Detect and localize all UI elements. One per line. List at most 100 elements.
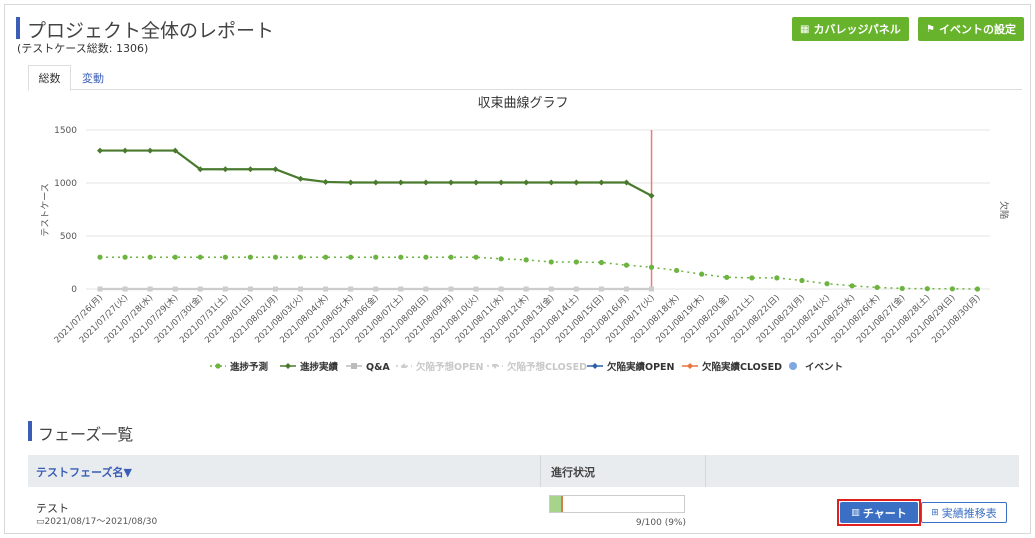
legend-marker — [285, 363, 291, 369]
data-point — [422, 179, 429, 186]
data-point — [648, 264, 655, 270]
data-point — [498, 256, 504, 262]
data-point — [949, 286, 955, 292]
phase-progress-bar — [549, 495, 685, 513]
phase-title-accent — [28, 421, 32, 441]
progress-marker — [561, 496, 564, 512]
data-point — [498, 179, 505, 186]
header-divider — [705, 455, 706, 487]
legend-marker — [351, 363, 357, 369]
data-point — [974, 286, 981, 292]
table-icon: ⊞ — [931, 507, 939, 518]
legend-label: 進捗実績 — [300, 361, 339, 373]
data-point — [799, 277, 805, 284]
data-point — [322, 178, 329, 185]
data-point — [222, 166, 229, 173]
data-point — [573, 179, 580, 186]
data-point — [247, 166, 254, 173]
legend-marker — [687, 363, 693, 369]
convergence-chart: 収束曲線グラフ050010001500テストケース 欠陥2021/07/26(月)… — [40, 95, 1010, 373]
data-point — [473, 254, 479, 260]
data-point — [372, 179, 379, 186]
legend-label: 欠陥予想OPEN — [416, 361, 484, 373]
data-point — [122, 147, 129, 154]
data-point — [749, 275, 755, 281]
data-point — [448, 254, 454, 260]
data-point — [874, 284, 880, 291]
data-point — [598, 286, 604, 292]
data-point — [272, 286, 278, 292]
data-point — [222, 254, 228, 260]
phase-list-title: フェーズ一覧 — [38, 425, 134, 444]
data-point — [649, 286, 655, 292]
chart-title: 収束曲線グラフ — [477, 95, 568, 111]
data-point — [348, 254, 354, 260]
data-point — [498, 286, 504, 292]
series-line — [100, 149, 653, 197]
phase-date-range: ▭2021/08/17～2021/08/30 — [36, 514, 157, 527]
data-point — [97, 286, 103, 292]
progress-text: 9/100 (9%) — [635, 518, 686, 528]
legend-label: 欠陥予想CLOSED — [507, 361, 587, 373]
y-tick-label: 500 — [60, 232, 77, 242]
data-point — [899, 285, 905, 292]
data-point — [97, 147, 103, 154]
data-point — [147, 254, 153, 260]
data-point — [523, 286, 529, 292]
data-point — [297, 254, 304, 260]
y-tick-label: 1500 — [54, 126, 77, 136]
data-point — [323, 286, 329, 292]
data-point — [197, 254, 203, 260]
y-axis-label: テストケース — [40, 183, 51, 237]
legend-marker — [789, 362, 797, 370]
data-point — [523, 257, 529, 263]
data-point — [573, 259, 579, 265]
legend-label: 欠陥実績OPEN — [607, 361, 675, 373]
chart-button[interactable]: ▥ チャート — [840, 502, 918, 523]
data-point — [924, 286, 930, 292]
data-point — [172, 254, 178, 260]
legend-label: Q&A — [366, 362, 390, 373]
data-point — [272, 166, 279, 173]
y-tick-label: 0 — [71, 285, 77, 295]
results-transition-button[interactable]: ⊞ 実績推移表 — [921, 502, 1007, 523]
data-point — [147, 147, 154, 154]
data-point — [397, 179, 404, 186]
data-point — [573, 286, 579, 292]
y-tick-label: 1000 — [54, 179, 77, 189]
data-point — [373, 286, 379, 292]
series-line — [100, 256, 978, 290]
data-point — [347, 179, 354, 186]
data-point — [172, 286, 178, 292]
bar-chart-icon: ▥ — [851, 507, 860, 518]
data-point — [724, 274, 730, 280]
data-point — [247, 254, 254, 260]
data-point — [298, 286, 304, 292]
data-point — [548, 179, 555, 186]
data-point — [548, 259, 554, 265]
data-point — [398, 254, 404, 260]
results-transition-label: 実績推移表 — [941, 506, 997, 520]
data-point — [272, 254, 279, 260]
data-point — [147, 286, 153, 292]
data-point — [473, 286, 479, 292]
legend-label: イベント — [805, 362, 843, 373]
data-point — [373, 254, 379, 260]
data-point — [598, 179, 605, 186]
data-point — [623, 262, 630, 268]
calendar-icon: ▭ — [36, 517, 45, 527]
data-point — [548, 286, 554, 292]
data-point — [674, 267, 680, 274]
phase-table-header — [28, 455, 1019, 487]
data-point — [348, 286, 354, 292]
chart-button-label: チャート — [862, 506, 907, 520]
column-header-phase-name[interactable]: テストフェーズ名▼ — [36, 464, 132, 480]
data-point — [398, 286, 404, 292]
data-point — [448, 286, 454, 292]
legend-marker — [215, 363, 221, 369]
data-point — [774, 275, 780, 281]
data-point — [623, 286, 629, 292]
data-point — [824, 281, 830, 287]
data-point — [423, 286, 429, 292]
data-point — [523, 179, 530, 186]
